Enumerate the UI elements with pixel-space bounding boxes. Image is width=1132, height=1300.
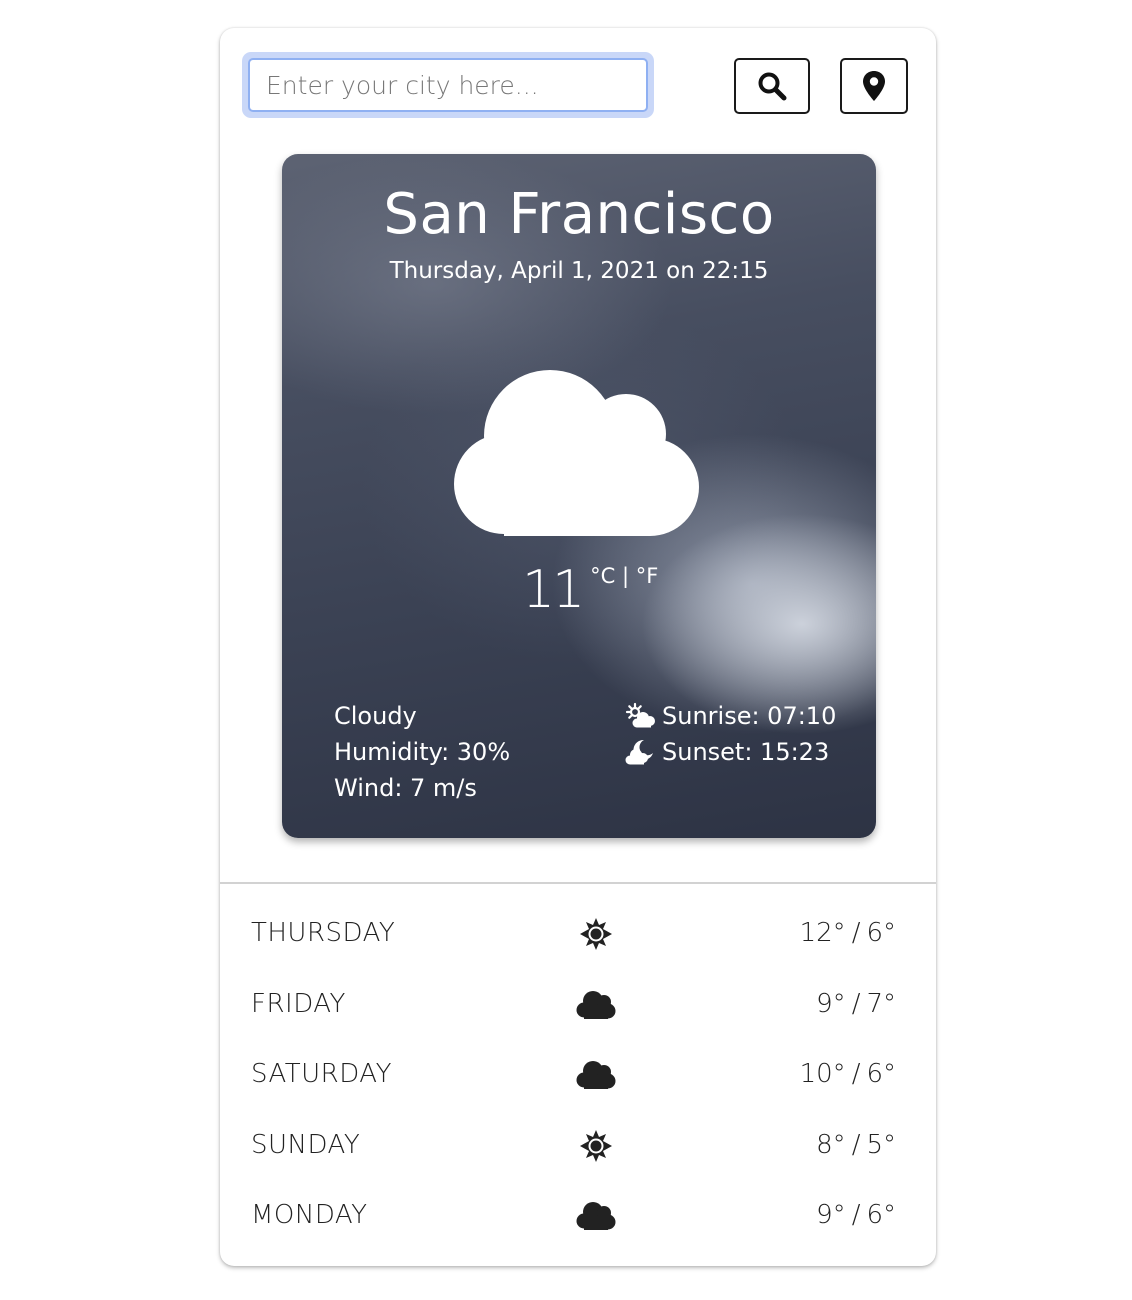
- temperature-value: 11: [522, 560, 585, 620]
- current-datetime: Thursday, April 1, 2021 on 22:15: [389, 258, 769, 284]
- celsius-link[interactable]: °C: [590, 564, 615, 588]
- moon-cloud-icon: [625, 739, 653, 765]
- fahrenheit-link[interactable]: °F: [636, 564, 659, 588]
- sun-icon: [580, 1129, 612, 1162]
- forecast-low: 7°: [866, 988, 896, 1019]
- forecast-low: 6°: [866, 918, 896, 948]
- forecast-day: SATURDAY: [251, 1059, 392, 1089]
- forecast-high: 12°: [799, 918, 846, 948]
- forecast-row: MONDAY 9°/6°: [220, 1180, 936, 1251]
- search-focus-ring: [242, 52, 654, 118]
- forecast-low: 6°: [866, 1059, 896, 1089]
- unit-separator: |: [622, 564, 630, 588]
- forecast-list: THURSDAY 12°/6° FRIDAY 9° / 7° SATURDAY …: [220, 898, 936, 1251]
- humidity-value: Humidity: 30%: [334, 738, 511, 766]
- temp-separator: /: [851, 1059, 861, 1089]
- forecast-temps: 9°/6°: [816, 1200, 896, 1230]
- forecast-temps: 12°/6°: [800, 918, 896, 948]
- city-search-input[interactable]: [248, 58, 648, 112]
- forecast-temps: 9°/7°: [816, 989, 896, 1019]
- current-weather-card: San Francisco Thursday, April 1, 2021 on…: [282, 154, 876, 838]
- temperature-block: 11 °C | °F: [522, 560, 658, 620]
- search-button[interactable]: [734, 58, 810, 114]
- forecast-day: SUNDAY: [251, 1129, 361, 1160]
- forecast-temps: 10°/6°: [800, 1059, 896, 1089]
- sun-cloud-icon: [625, 702, 655, 728]
- temp-separator: /: [851, 918, 861, 948]
- forecast-high: 10°: [799, 1059, 846, 1089]
- forecast-low: 5°: [866, 1129, 896, 1160]
- sunset-time: Sunset: 15:23: [662, 738, 830, 766]
- forecast-low: 6°: [866, 1200, 896, 1230]
- map-pin-icon: [863, 71, 885, 101]
- forecast-day: THURSDAY: [251, 918, 396, 948]
- weather-app: San Francisco Thursday, April 1, 2021 on…: [220, 28, 936, 1266]
- current-location-button[interactable]: [840, 58, 908, 114]
- sun-icon: [580, 918, 612, 950]
- sun-times: Sunrise: 07:10 Sunset: 15:23: [624, 698, 836, 770]
- cloud-icon: [576, 1061, 616, 1089]
- forecast-high: 8°: [816, 1129, 846, 1160]
- cloud-icon: [454, 370, 699, 536]
- forecast-high: 9°: [816, 1200, 846, 1230]
- forecast-row: FRIDAY 9°/7°: [220, 969, 936, 1040]
- temp-separator: /: [851, 1129, 861, 1160]
- forecast-row: THURSDAY 12°/6°: [220, 898, 936, 969]
- temperature-units: °C | °F: [590, 564, 658, 588]
- forecast-day: MONDAY: [251, 1200, 368, 1230]
- weather-details: Cloudy Humidity: 30% Wind: 7 m/s: [334, 698, 510, 806]
- wind-value: Wind: 7 m/s: [334, 774, 477, 802]
- search-icon: [758, 72, 787, 101]
- sunset-row: Sunset: 15:23: [624, 734, 836, 770]
- temp-separator: /: [851, 1200, 861, 1230]
- sunrise-row: Sunrise: 07:10: [624, 698, 836, 734]
- weather-description: Cloudy: [334, 702, 417, 730]
- section-divider: [220, 882, 936, 884]
- forecast-row: SATURDAY 10°/6°: [220, 1039, 936, 1110]
- forecast-row: SUNDAY 8°/5°: [220, 1110, 936, 1181]
- temp-separator: /: [851, 988, 861, 1019]
- city-name: San Francisco: [383, 182, 775, 247]
- sunrise-time: Sunrise: 07:10: [662, 702, 837, 730]
- cloud-icon: [576, 990, 616, 1019]
- forecast-temps: 8°/5°: [816, 1130, 896, 1160]
- forecast-high: 9°: [816, 988, 846, 1019]
- forecast-day: FRIDAY: [251, 988, 346, 1019]
- cloud-icon: [576, 1202, 616, 1230]
